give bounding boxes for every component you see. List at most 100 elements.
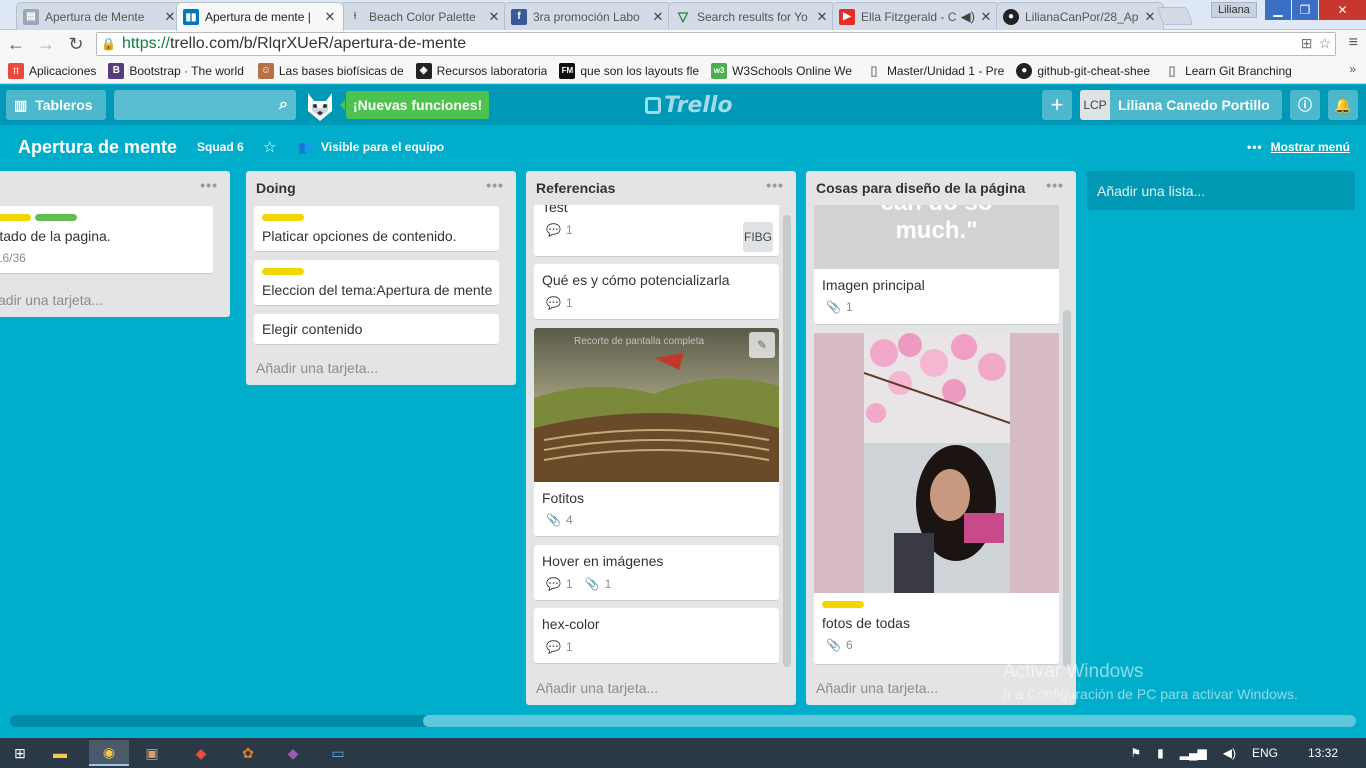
card-title: Imagen principal <box>822 277 925 293</box>
volume-icon[interactable]: ◀) <box>1223 746 1236 760</box>
list-title[interactable]: Cosas para diseño de la página <box>816 180 1025 196</box>
bookmark-item[interactable]: B Bootstrap · The world <box>108 62 244 79</box>
show-menu-button[interactable]: ••• Mostrar menú <box>1247 140 1350 154</box>
card[interactable]: Eleccion del tema:Apertura de mente <box>254 260 499 306</box>
close-tab-icon[interactable]: ✕ <box>487 9 501 25</box>
list-title[interactable]: Doing <box>256 180 296 196</box>
new-tab-button[interactable] <box>1156 7 1194 25</box>
edit-pencil-icon[interactable]: ✎ <box>749 332 775 358</box>
bookmark-item[interactable]: ☺ Las bases biofísicas de <box>257 62 404 79</box>
close-tab-icon[interactable]: ✕ <box>815 9 829 25</box>
minimize-icon[interactable]: ▁ <box>1265 0 1291 20</box>
battery-icon[interactable]: ▮ <box>1157 746 1164 760</box>
add-button[interactable]: + <box>1042 90 1072 120</box>
bookmark-item[interactable]: ● github-git-cheat-shee <box>1016 62 1150 79</box>
star-icon[interactable]: ☆ <box>263 138 276 156</box>
board-title[interactable]: Apertura de mente <box>18 137 177 158</box>
boards-button[interactable]: ▥ Tableros <box>6 90 106 120</box>
member-avatar[interactable]: FIBG <box>743 222 773 252</box>
git-icon[interactable]: ◆ <box>181 740 221 766</box>
forward-icon[interactable]: → <box>34 32 58 56</box>
card[interactable]: quetado de la pagina. ☑ 16/36 <box>0 206 213 274</box>
close-tab-icon[interactable]: ✕ <box>323 9 337 25</box>
add-card-link[interactable]: Añadir una tarjeta... <box>816 680 938 696</box>
browser-tab[interactable]: ▶ Ella Fitzgerald - C ◀) ✕ <box>832 2 1000 30</box>
browser-tab[interactable]: ▽ Search results for Yo ✕ <box>668 2 836 30</box>
list-menu-icon[interactable]: ••• <box>486 177 504 193</box>
board-team[interactable]: Squad 6 <box>197 140 244 154</box>
bookmark-item[interactable]: ▯ Master/Unidad 1 - Pre <box>866 63 1004 79</box>
list-menu-icon[interactable]: ••• <box>1046 177 1064 193</box>
comment-icon: 💬 <box>546 640 561 654</box>
network-icon[interactable]: ▂▄▆ <box>1180 746 1207 760</box>
bookmark-item[interactable]: w3 W3Schools Online We <box>711 62 852 79</box>
card[interactable]: Elegir contenido <box>254 314 499 345</box>
bookmark-item[interactable]: ◈ Recursos laboratoria <box>415 62 547 79</box>
add-list-button[interactable]: Añadir una lista... <box>1087 171 1355 210</box>
app-icon[interactable]: ▣ <box>132 740 172 766</box>
card-title: Elegir contenido <box>262 321 363 337</box>
close-tab-icon[interactable]: ✕ <box>651 9 665 25</box>
list-title[interactable]: Referencias <box>536 180 615 196</box>
flag-icon[interactable]: ⚑ <box>1130 746 1141 760</box>
list-header: Cosas para diseño de la página ••• <box>806 171 1076 204</box>
card[interactable]: Test 💬 1 FIBG <box>534 205 779 257</box>
add-card-link[interactable]: Añadir una tarjeta... <box>256 360 378 376</box>
bookmark-star-icon[interactable]: ☆ <box>1318 35 1331 52</box>
info-icon[interactable]: ⓘ <box>1290 90 1320 120</box>
back-icon[interactable]: ← <box>4 32 28 56</box>
notifications-icon[interactable]: 🔔 <box>1328 90 1358 120</box>
search-icon[interactable]: ⌕ <box>279 96 288 114</box>
bookmark-item[interactable]: ⁞⁞ Aplicaciones <box>8 62 96 79</box>
file-explorer-icon[interactable]: ▬ <box>40 740 80 766</box>
card[interactable]: Platicar opciones de contenido. <box>254 206 499 252</box>
browser-tab[interactable]: f 3ra promoción Labo ✕ <box>504 2 672 30</box>
card-with-cover[interactable]: can do so much." Imagen principal 📎 1 <box>814 205 1059 325</box>
browser-tab-active[interactable]: ▮▮ Apertura de mente | ✕ <box>176 2 344 31</box>
search-input[interactable]: ⌕ <box>114 90 296 120</box>
profile-button[interactable]: Liliana <box>1211 2 1257 18</box>
card[interactable]: Hover en imágenes 💬 1 📎 1 <box>534 545 779 601</box>
new-features-button[interactable]: ¡Nuevas funciones! <box>339 91 490 119</box>
browser-tab[interactable]: ● LilianaCanPor/28_Ap ✕ <box>996 2 1164 30</box>
paint-icon[interactable]: ✿ <box>228 740 268 766</box>
address-bar[interactable]: 🔒 https:// trello.com/b/RlqrXUeR/apertur… <box>96 32 1336 56</box>
browser-tab[interactable]: ▤ Apertura de Mente ✕ <box>16 2 184 30</box>
add-card-link[interactable]: adir una tarjeta... <box>0 292 103 308</box>
comments-badge: 💬 1 <box>546 223 573 237</box>
translate-icon[interactable]: ⊞ <box>1301 35 1313 52</box>
bookmark-item[interactable]: FM que son los layouts fle <box>559 62 699 79</box>
bootstrap-icon: B <box>108 62 125 79</box>
start-icon[interactable]: ⊞ <box>0 740 40 766</box>
restore-icon[interactable]: ❐ <box>1292 0 1318 20</box>
language-indicator[interactable]: ENG <box>1252 746 1278 760</box>
close-tab-icon[interactable]: ✕ <box>163 9 177 25</box>
close-window-icon[interactable]: ✕ <box>1319 0 1366 20</box>
browser-tab[interactable]: ⍿ Beach Color Palette ✕ <box>340 2 508 30</box>
trello-logo[interactable]: Trello <box>645 93 733 118</box>
card[interactable]: Qué es y cómo potencializarla 💬 1 <box>534 264 779 320</box>
card-with-cover[interactable]: fotos de todas 📎 6 <box>814 333 1059 665</box>
scrollbar-thumb[interactable] <box>423 715 1356 727</box>
list-menu-icon[interactable]: ••• <box>766 177 784 193</box>
bookmark-item[interactable]: ▯ Learn Git Branching <box>1164 63 1291 79</box>
add-card-link[interactable]: Añadir una tarjeta... <box>536 680 658 696</box>
reload-icon[interactable]: ↻ <box>64 32 88 56</box>
window-app-icon[interactable]: ▭ <box>318 740 358 766</box>
more-bookmarks-icon[interactable]: » <box>1349 62 1356 76</box>
list-menu-icon[interactable]: ••• <box>200 177 218 193</box>
git-icon[interactable]: ◆ <box>273 740 313 766</box>
close-tab-icon[interactable]: ✕ <box>1143 9 1157 25</box>
bookmark-label: W3Schools Online We <box>732 63 852 78</box>
list-scrollbar[interactable] <box>783 215 791 667</box>
chrome-icon[interactable]: ◉ <box>89 740 129 766</box>
list-scrollbar[interactable] <box>1063 310 1071 667</box>
close-tab-icon[interactable]: ✕ <box>979 9 993 25</box>
clock[interactable]: 13:32 <box>1308 746 1338 760</box>
card-with-cover[interactable]: Recorte de pantalla completa ✎ Fotitos 📎… <box>534 328 779 537</box>
visibility-button[interactable]: 👥 Visible para el equipo <box>298 140 444 154</box>
card[interactable]: hex-color 💬 1 <box>534 608 779 664</box>
board-horizontal-scrollbar[interactable] <box>10 715 1356 727</box>
browser-menu-icon[interactable]: ≡ <box>1349 34 1358 52</box>
user-menu-button[interactable]: LCP Liliana Canedo Portillo <box>1080 90 1282 120</box>
